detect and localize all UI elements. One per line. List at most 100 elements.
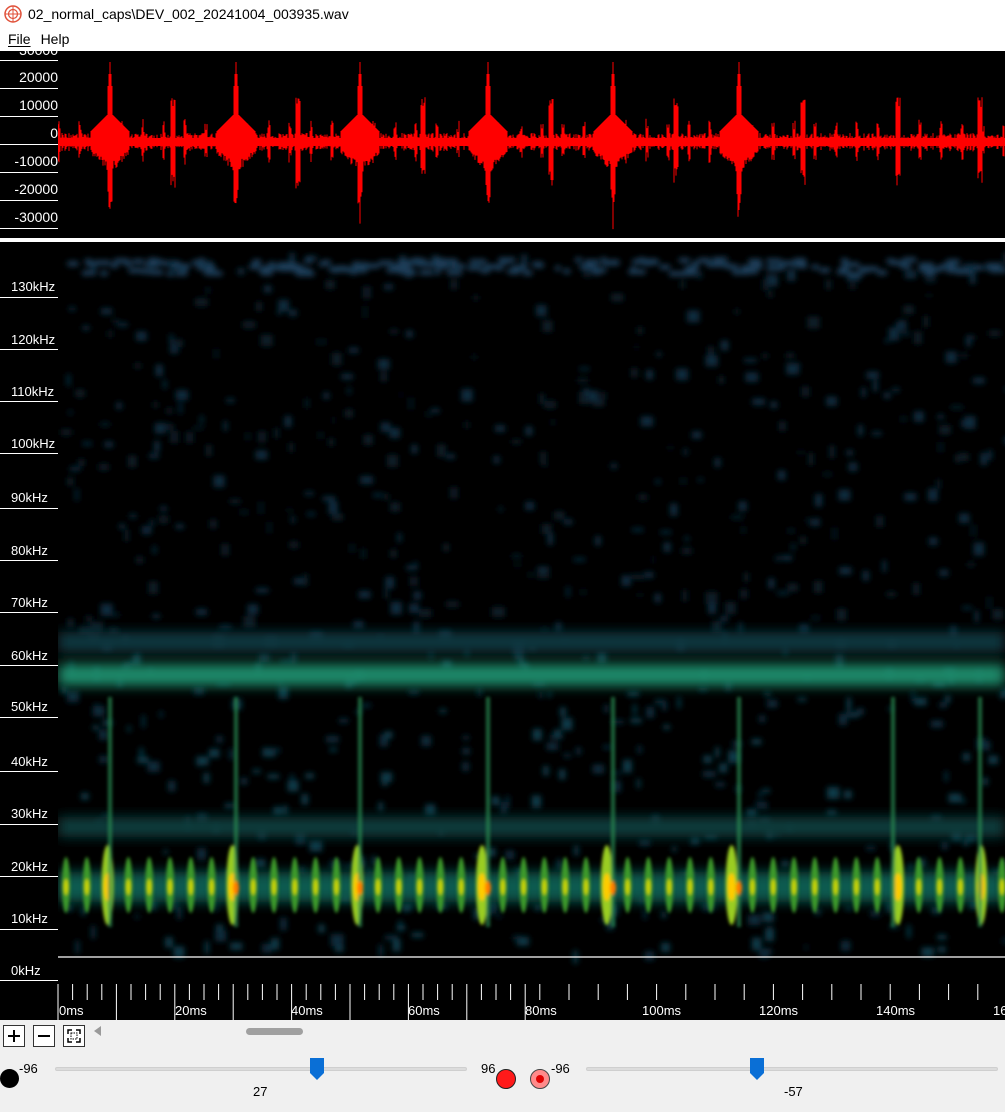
left-slider-thumb[interactable] — [310, 1058, 324, 1080]
spectrogram-noise-cell — [829, 445, 835, 459]
spectrogram-noise-cell — [529, 571, 534, 578]
spectrogram-noise-cell — [249, 264, 259, 270]
scroll-left-arrow-icon[interactable] — [94, 1026, 101, 1036]
spectrogram-noise-cell — [268, 261, 275, 267]
spectrogram-noise-cell — [644, 571, 654, 578]
spectrogram-noise-cell — [705, 355, 718, 367]
time-label: 80ms — [525, 1003, 557, 1018]
left-slider-track[interactable] — [55, 1067, 467, 1071]
frequency-tick — [0, 929, 58, 930]
spectrogram-noise-cell — [304, 398, 309, 409]
spectrogram-noise-cell — [68, 410, 73, 415]
spectrogram-noise-cell — [770, 401, 778, 409]
spectrogram-noise-cell — [661, 942, 670, 952]
fit-view-button[interactable] — [63, 1025, 85, 1047]
spectrogram-noise-cell — [363, 305, 367, 319]
spectrogram-noise-cell — [137, 756, 149, 764]
spectrogram-noise-cell — [129, 513, 137, 519]
spectrogram-noise-cell — [800, 536, 806, 545]
spectrogram-noise-cell — [498, 506, 503, 512]
spectrogram-noise-cell — [846, 697, 852, 711]
menu-help[interactable]: Help — [39, 31, 78, 47]
spectrogram-noise-cell — [762, 788, 770, 793]
menu-file[interactable]: File — [0, 31, 39, 47]
spectrogram-noise-cell — [198, 258, 205, 264]
spectrogram-noise-cell — [604, 704, 609, 713]
spectrogram-noise-cell — [539, 393, 545, 404]
spectrogram-noise-cell — [341, 373, 353, 380]
spectrogram-noise-cell — [959, 452, 969, 462]
spectrogram-noise-cell — [686, 310, 700, 323]
controls-panel: -96 27 96 -96 -57 — [0, 1020, 1005, 1112]
spectrogram-noise-cell — [291, 651, 297, 665]
spectrogram-noise-cell — [139, 747, 144, 756]
spectrogram-noise-cell — [226, 398, 235, 403]
target-marker-dot-icon[interactable] — [530, 1069, 550, 1089]
spectrogram-pulse-core — [708, 879, 714, 895]
spectrogram-noise-cell — [136, 556, 144, 564]
spectrogram-noise-cell — [732, 269, 750, 275]
time-label: 100ms — [642, 1003, 682, 1018]
spectrogram-noise-cell — [805, 518, 815, 523]
spectrogram-noise-cell — [315, 339, 328, 344]
frequency-label: 10kHz — [11, 911, 48, 926]
zoom-out-button[interactable] — [33, 1025, 55, 1047]
spectrogram-noise-cell — [967, 562, 975, 567]
spectrogram-panel[interactable]: 130kHz 120kHz 110kHz 100kHz 90kHz 80kHz … — [0, 242, 1005, 984]
spectrogram-noise-cell — [84, 270, 96, 276]
spectrogram-noise-cell — [525, 501, 535, 511]
spectrogram-noise-cell — [963, 752, 970, 762]
horizontal-scrollbar-thumb[interactable] — [246, 1028, 303, 1035]
spectrogram-noise-cell — [223, 421, 228, 431]
spectrogram-noise-cell — [697, 478, 704, 482]
spectrogram-noise-cell — [98, 729, 108, 740]
spectrogram-noise-cell — [682, 590, 688, 602]
zoom-in-button[interactable] — [3, 1025, 25, 1047]
spectrogram-noise-cell — [884, 339, 890, 343]
spectrogram-noise-cell — [445, 601, 459, 608]
spectrogram-noise-cell — [766, 948, 772, 955]
spectrogram-noise-cell — [762, 912, 774, 922]
frequency-label: 90kHz — [11, 490, 48, 505]
red-marker-dot-icon[interactable] — [496, 1069, 516, 1089]
spectrogram-noise-cell — [787, 269, 796, 282]
mid-slider-max: 96 — [481, 1061, 496, 1076]
right-slider-thumb[interactable] — [750, 1058, 764, 1080]
spectrogram-noise-cell — [66, 374, 71, 387]
spectrogram-noise-cell — [581, 588, 585, 596]
spectrogram-noise-cell — [511, 554, 522, 559]
spectrogram-noise-cell — [762, 353, 768, 359]
spectrogram-noise-cell — [159, 711, 163, 718]
spectrogram-noise-cell — [691, 836, 700, 844]
spectrogram-noise-cell — [193, 686, 205, 695]
spectrogram-noise-cell — [681, 547, 692, 555]
spectrogram-noise-cell — [632, 259, 643, 265]
plus-icon — [8, 1030, 20, 1042]
right-slider-track[interactable] — [586, 1067, 998, 1071]
waveform-panel[interactable]: 30000 20000 10000 0 -10000 -20000 -30000 — [0, 51, 1005, 238]
spectrogram-noise-cell — [895, 321, 907, 331]
spectrogram-pulse-core — [874, 879, 880, 895]
spectrogram-noise-cell — [75, 488, 79, 501]
spectrogram-noise-cell — [866, 371, 879, 379]
spectrogram-noise-cell — [177, 906, 182, 920]
spectrogram-noise-cell — [938, 441, 943, 453]
frequency-label: 130kHz — [11, 279, 56, 294]
spectrogram-noise-cell — [754, 264, 763, 270]
spectrogram-noise-cell — [408, 689, 419, 695]
spectrogram-noise-cell — [82, 441, 93, 446]
spectrogram-noise-cell — [758, 791, 763, 798]
spectrogram-noise-cell — [748, 258, 762, 264]
spectrogram-noise-cell — [575, 747, 582, 755]
spectrogram-noise-cell — [98, 463, 110, 471]
spectrogram-noise-cell — [937, 414, 944, 420]
spectrogram-noise-cell — [639, 839, 651, 846]
spectrogram-noise-cell — [170, 430, 179, 444]
time-label: 60ms — [408, 1003, 440, 1018]
spectrogram-noise-cell — [913, 331, 922, 345]
spectrogram-noise-cell — [124, 529, 129, 542]
spectrogram-noise-cell — [928, 488, 938, 502]
spectrogram-noise-cell — [841, 940, 851, 951]
spectrogram-pulse-core — [770, 879, 776, 895]
spectrogram-noise-cell — [808, 452, 814, 466]
